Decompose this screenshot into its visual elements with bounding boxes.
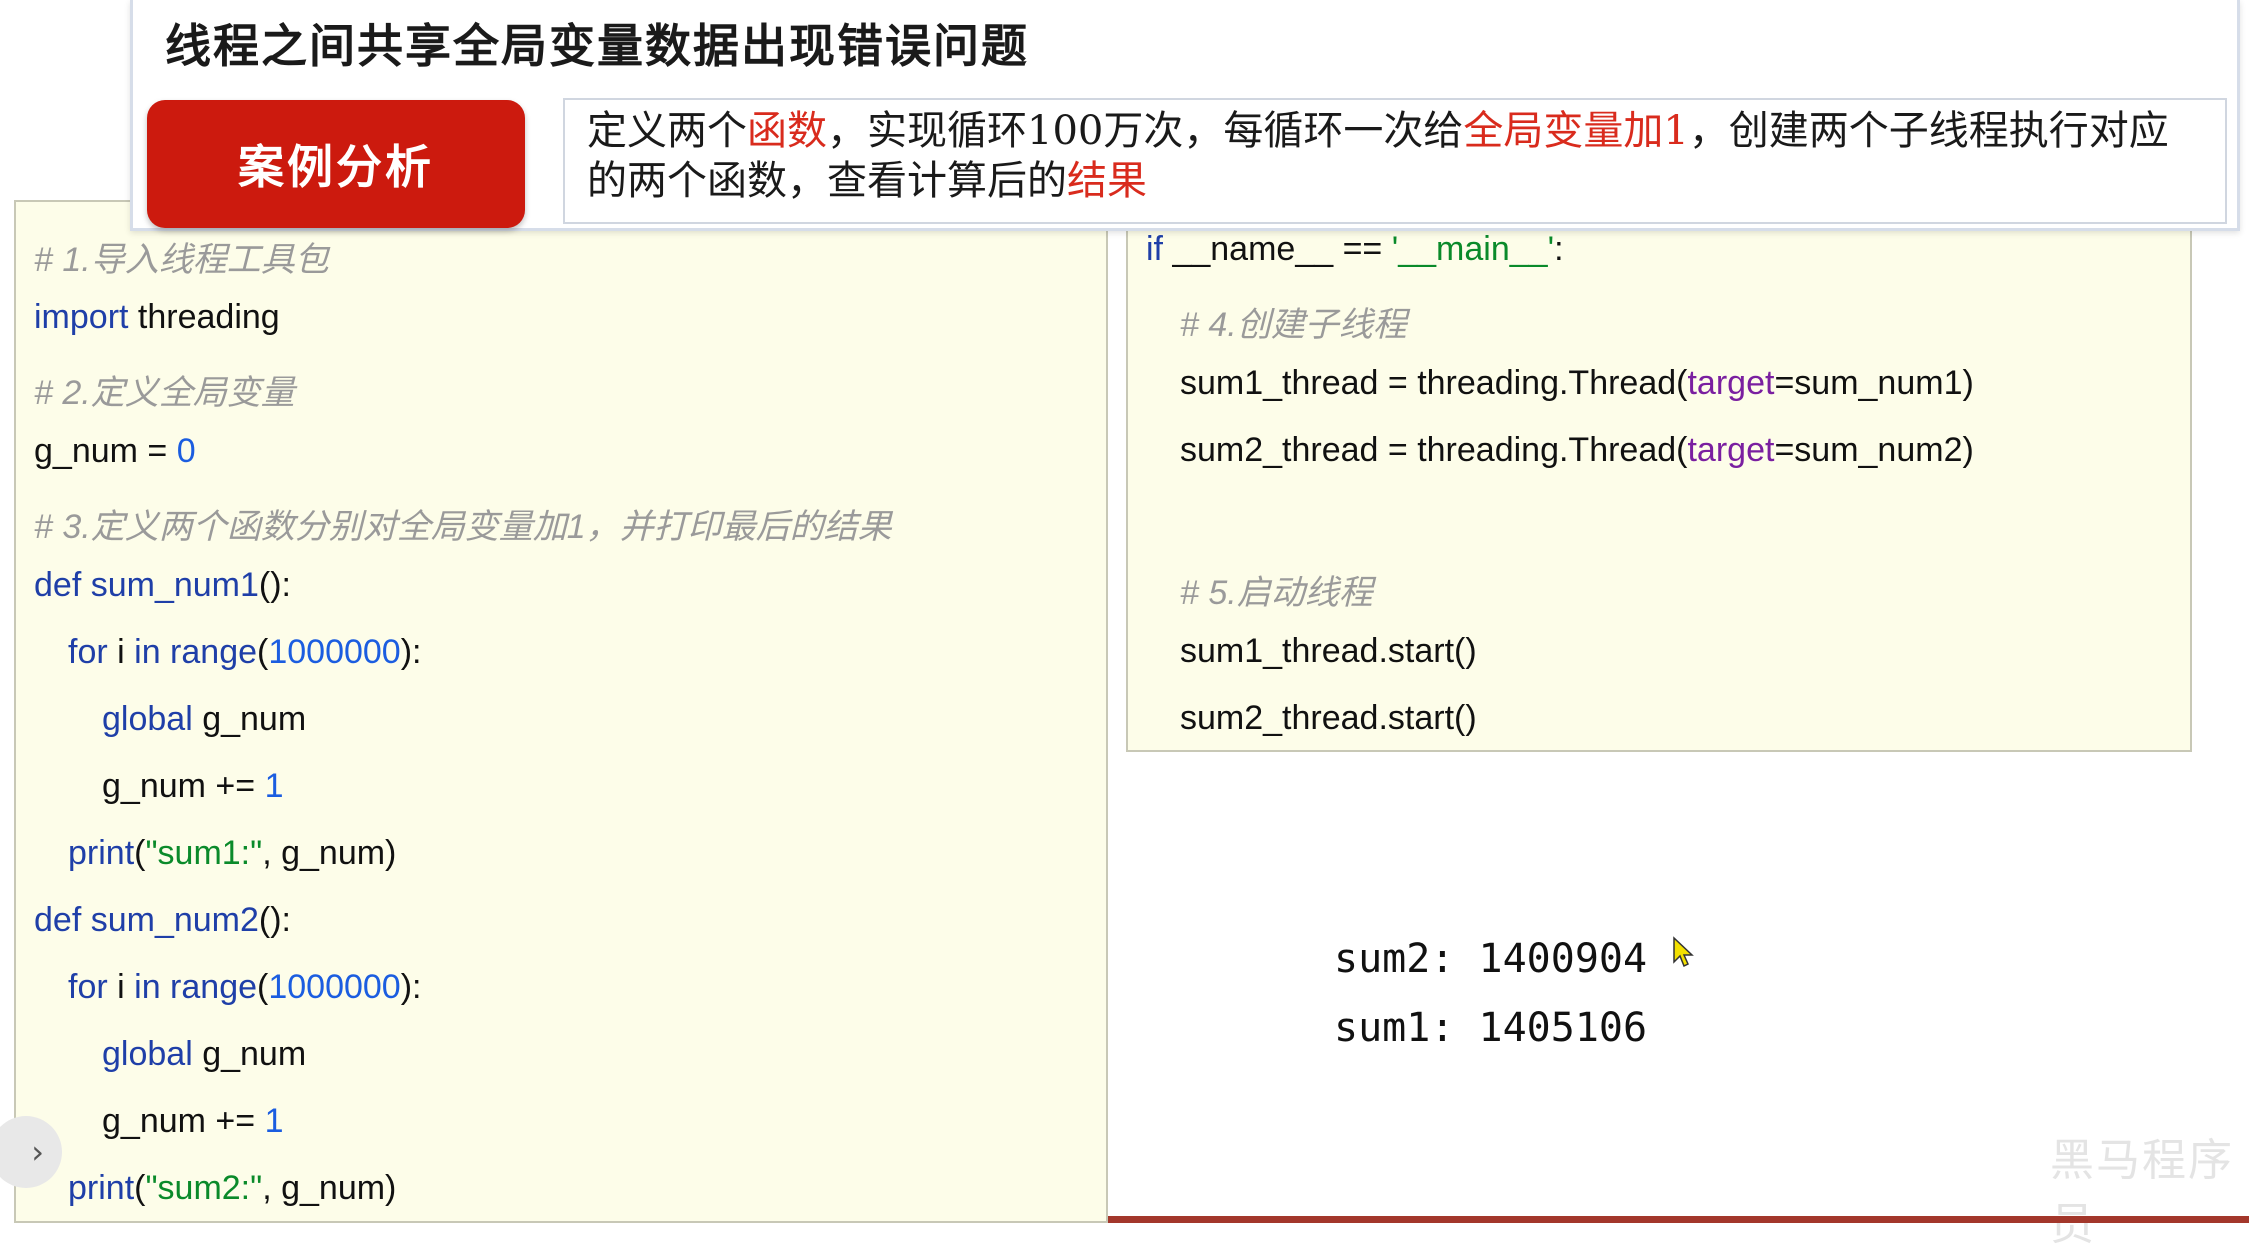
target-param: target bbox=[1687, 364, 1775, 402]
code-line-start1: sum1_thread.start() bbox=[1180, 632, 1477, 670]
global-var: g_num bbox=[192, 1035, 307, 1073]
thread1-pre: sum1_thread = threading.Thread( bbox=[1180, 364, 1688, 402]
desc-part-2: ，实现循环100万次，每循环一次给 bbox=[827, 108, 1464, 154]
target-param: target bbox=[1687, 431, 1775, 469]
kw-global: global bbox=[102, 700, 193, 738]
code-line-thread1: sum1_thread = threading.Thread(target=su… bbox=[1180, 364, 1974, 403]
code-line-if-main: if __name__ == '__main__': bbox=[1146, 230, 1564, 269]
output-line-sum1: sum1: 1405106 bbox=[1334, 1005, 1648, 1051]
paren-close: ): bbox=[400, 633, 422, 671]
kw-for: for bbox=[68, 633, 108, 671]
code-line-import: import threading bbox=[34, 298, 280, 337]
desc-highlight-3: 结果 bbox=[1067, 158, 1147, 204]
bottom-accent-bar bbox=[1108, 1216, 2249, 1223]
kw-print: print bbox=[68, 834, 135, 872]
header-panel: 线程之间共享全局变量数据出现错误问题 案例分析 定义两个函数，实现循环100万次… bbox=[130, 0, 2240, 231]
inc-expr: g_num += bbox=[102, 1102, 265, 1140]
func-name-2: sum_num2 bbox=[81, 901, 259, 939]
code-line-start2: sum2_thread.start() bbox=[1180, 699, 1477, 737]
code-panel-left: # 1.导入线程工具包 import threading # 2.定义全局变量 … bbox=[14, 200, 1108, 1223]
gnum-assign: g_num = bbox=[34, 432, 177, 470]
mouse-cursor-icon bbox=[1673, 936, 1694, 968]
inc-value: 1 bbox=[264, 767, 284, 805]
code-line-gnum: g_num = 0 bbox=[34, 432, 196, 471]
code-line-def1: def sum_num1(): bbox=[34, 566, 291, 605]
kw-in: in bbox=[134, 968, 161, 1006]
thread1-post: =sum_num1) bbox=[1774, 364, 1974, 402]
code-comment-1: # 1.导入线程工具包 bbox=[34, 241, 329, 279]
desc-part-1: 定义两个 bbox=[587, 108, 747, 154]
print-string-2: "sum2:" bbox=[145, 1169, 263, 1207]
kw-def: def bbox=[34, 901, 82, 939]
code-comment-4: # 4.创建子线程 bbox=[1180, 306, 1407, 344]
desc-highlight-2: 全局变量加1 bbox=[1463, 108, 1689, 154]
code-line-global1: global g_num bbox=[102, 700, 306, 739]
code-line-thread2: sum2_thread = threading.Thread(target=su… bbox=[1180, 431, 1974, 470]
kw-for: for bbox=[68, 968, 108, 1006]
paren-open: ( bbox=[134, 834, 146, 872]
range-value: 1000000 bbox=[268, 968, 401, 1006]
code-line-def2: def sum_num2(): bbox=[34, 901, 291, 940]
code-line-for2: for i in range(1000000): bbox=[68, 968, 422, 1007]
def-paren: (): bbox=[258, 566, 291, 604]
main-string: '__main__' bbox=[1391, 230, 1555, 268]
inc-value: 1 bbox=[264, 1102, 284, 1140]
def-paren: (): bbox=[258, 901, 291, 939]
watermark-logo: 黑马程序员 bbox=[2050, 1135, 2234, 1250]
for-var: i bbox=[107, 968, 135, 1006]
global-var: g_num bbox=[192, 700, 307, 738]
desc-highlight-1: 函数 bbox=[747, 108, 827, 154]
thread2-pre: sum2_thread = threading.Thread( bbox=[1180, 431, 1688, 469]
print-string-1: "sum1:" bbox=[145, 834, 263, 872]
kw-print: print bbox=[68, 1169, 135, 1207]
case-description: 定义两个函数，实现循环100万次，每循环一次给全局变量加1，创建两个子线程执行对… bbox=[563, 98, 2227, 224]
range-value: 1000000 bbox=[268, 633, 401, 671]
paren-close: ): bbox=[400, 968, 422, 1006]
code-line-inc1: g_num += 1 bbox=[102, 767, 283, 806]
inc-expr: g_num += bbox=[102, 767, 265, 805]
print-tail: , g_num) bbox=[262, 834, 397, 872]
gnum-value: 0 bbox=[176, 432, 196, 470]
case-analysis-badge: 案例分析 bbox=[147, 100, 525, 228]
thread2-post: =sum_num2) bbox=[1774, 431, 1974, 469]
print-tail: , g_num) bbox=[262, 1169, 397, 1207]
kw-global: global bbox=[102, 1035, 193, 1073]
output-line-sum2: sum2: 1400904 bbox=[1334, 936, 1648, 982]
paren-open: ( bbox=[257, 633, 269, 671]
code-line-global2: global g_num bbox=[102, 1035, 306, 1074]
if-cond: __name__ == bbox=[1163, 230, 1392, 268]
func-name-1: sum_num1 bbox=[81, 566, 259, 604]
code-line-inc2: g_num += 1 bbox=[102, 1102, 283, 1141]
module-name: threading bbox=[128, 298, 280, 336]
code-line-print2: print("sum2:", g_num) bbox=[68, 1169, 396, 1208]
paren-open: ( bbox=[257, 968, 269, 1006]
kw-range: range bbox=[160, 633, 258, 671]
kw-in: in bbox=[134, 633, 161, 671]
for-var: i bbox=[107, 633, 135, 671]
kw-range: range bbox=[160, 968, 258, 1006]
code-comment-5: # 5.启动线程 bbox=[1180, 574, 1373, 612]
paren-open: ( bbox=[134, 1169, 146, 1207]
code-line-print1: print("sum1:", g_num) bbox=[68, 834, 396, 873]
kw-if: if bbox=[1146, 230, 1163, 268]
page-title: 线程之间共享全局变量数据出现错误问题 bbox=[165, 19, 1029, 73]
kw-def: def bbox=[34, 566, 82, 604]
kw-import: import bbox=[34, 298, 129, 336]
code-comment-2: # 2.定义全局变量 bbox=[34, 374, 295, 412]
code-panel-right: if __name__ == '__main__': # 4.创建子线程 sum… bbox=[1126, 200, 2192, 752]
if-colon: : bbox=[1554, 230, 1564, 268]
code-comment-3: # 3.定义两个函数分别对全局变量加1，并打印最后的结果 bbox=[34, 508, 892, 546]
code-line-for1: for i in range(1000000): bbox=[68, 633, 422, 672]
